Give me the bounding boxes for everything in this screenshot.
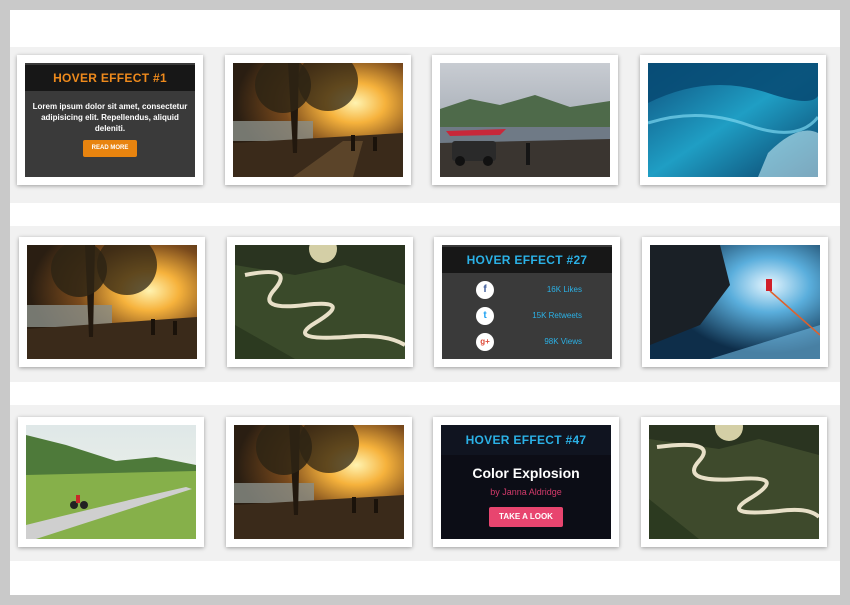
- hover-effect-1-card[interactable]: HOVER EFFECT #1 Lorem ipsum dolor sit am…: [17, 55, 203, 185]
- gallery-item-sunset-road-2[interactable]: [19, 237, 205, 367]
- take-a-look-button[interactable]: TAKE A LOOK: [489, 507, 563, 527]
- hover-effect-title: HOVER EFFECT #1: [25, 65, 195, 91]
- twitter-icon[interactable]: t: [476, 307, 494, 325]
- hover-effect-title: HOVER EFFECT #27: [442, 247, 612, 273]
- gallery-item-cyclist-meadow[interactable]: [18, 417, 204, 547]
- gallery-item-mountain-road[interactable]: [227, 237, 413, 367]
- hover-effect-47-card[interactable]: HOVER EFFECT #47 Color Explosion by Jann…: [433, 417, 619, 547]
- read-more-button[interactable]: READ MORE: [83, 140, 137, 157]
- gallery-item-mountain-road-2[interactable]: [641, 417, 827, 547]
- facebook-likes-row[interactable]: f 16K Likes: [476, 281, 582, 299]
- twitter-retweets-row[interactable]: t 15K Retweets: [476, 307, 582, 325]
- mountain-road-photo: [235, 245, 405, 359]
- gallery-item-car-lake[interactable]: [432, 55, 618, 185]
- gallery-item-ice-cave[interactable]: [642, 237, 828, 367]
- hover-effect-text: Lorem ipsum dolor sit amet, consectetur …: [32, 102, 188, 133]
- sunset-road-photo: [234, 425, 404, 539]
- ocean-wave-photo: [648, 63, 818, 177]
- gallery-item-sunset-road-3[interactable]: [226, 417, 412, 547]
- google-plus-icon[interactable]: g+: [476, 333, 494, 351]
- ice-cave-photo: [650, 245, 820, 359]
- google-plus-views-count: 98K Views: [544, 337, 582, 346]
- sunset-road-photo: [233, 63, 403, 177]
- hover-overlay: HOVER EFFECT #47 Color Explosion by Jann…: [441, 425, 611, 539]
- hover-effect-title: HOVER EFFECT #47: [441, 425, 611, 455]
- car-lake-photo: [440, 63, 610, 177]
- byline: by Janna Aldridge: [490, 487, 562, 497]
- sunset-road-photo: [27, 245, 197, 359]
- twitter-retweets-count: 15K Retweets: [532, 311, 582, 320]
- hover-effect-27-card[interactable]: HOVER EFFECT #27 f 16K Likes t 15K Retwe…: [434, 237, 620, 367]
- google-plus-views-row[interactable]: g+ 98K Views: [476, 333, 582, 351]
- hover-overlay: HOVER EFFECT #1 Lorem ipsum dolor sit am…: [25, 63, 195, 177]
- facebook-likes-count: 16K Likes: [546, 285, 582, 294]
- headline: Color Explosion: [472, 465, 580, 481]
- gallery-item-sunset-road[interactable]: [225, 55, 411, 185]
- facebook-icon[interactable]: f: [476, 281, 494, 299]
- cyclist-meadow-photo: [26, 425, 196, 539]
- mountain-road-photo: [649, 425, 819, 539]
- hover-overlay: HOVER EFFECT #27 f 16K Likes t 15K Retwe…: [442, 245, 612, 359]
- gallery-item-ocean-wave[interactable]: [640, 55, 826, 185]
